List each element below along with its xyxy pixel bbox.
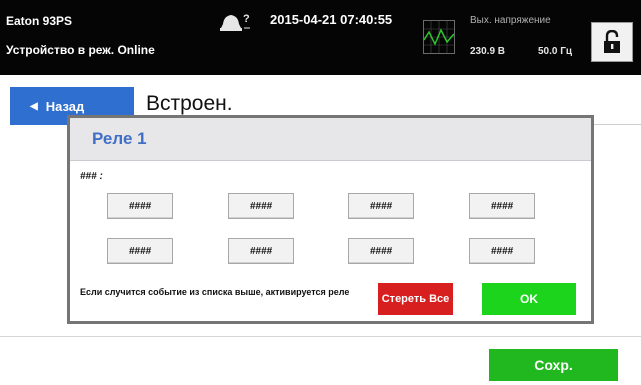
relay-event-button[interactable]: ####: [228, 238, 294, 264]
relay-event-button[interactable]: ####: [348, 238, 414, 264]
relay-note: Если случится событие из списка выше, ак…: [80, 287, 350, 297]
save-button[interactable]: Сохр.: [489, 349, 618, 381]
device-name: Eaton 93PS: [6, 14, 73, 28]
device-mode: Устройство в реж. Online: [6, 43, 155, 57]
relay-event-button[interactable]: ####: [228, 193, 294, 219]
alarm-bell-icon[interactable]: ?: [218, 12, 252, 34]
waveform-icon: [423, 20, 455, 54]
output-label: Вых. напряжение: [470, 15, 551, 26]
divider: [0, 336, 641, 337]
dialog-title: Реле 1: [92, 129, 147, 148]
page-title: Встроен.: [146, 92, 233, 115]
status-header: Eaton 93PS Устройство в реж. Online ? 20…: [0, 0, 641, 75]
output-voltage: 230.9 В: [470, 46, 506, 57]
relay-dialog: Реле 1 ### : #### #### #### #### #### ##…: [67, 115, 594, 324]
lock-button[interactable]: [591, 22, 633, 62]
triangle-left-icon: ◀: [30, 100, 38, 112]
relay-event-button[interactable]: ####: [469, 238, 535, 264]
unlock-icon: [604, 30, 620, 53]
back-button-label: Назад: [45, 98, 85, 114]
datetime: 2015-04-21 07:40:55: [270, 12, 393, 27]
clear-all-button[interactable]: Стереть Все: [378, 283, 453, 315]
field-label: ### :: [80, 171, 103, 182]
svg-text:?: ?: [243, 13, 250, 25]
relay-event-button[interactable]: ####: [107, 193, 173, 219]
ok-button[interactable]: OK: [482, 283, 576, 315]
ups-screen: Eaton 93PS Устройство в реж. Online ? 20…: [0, 0, 641, 385]
relay-event-button[interactable]: ####: [469, 193, 535, 219]
output-frequency: 50.0 Гц: [538, 46, 573, 57]
relay-event-button[interactable]: ####: [348, 193, 414, 219]
relay-event-button[interactable]: ####: [107, 238, 173, 264]
dialog-title-bar: Реле 1: [70, 118, 591, 161]
